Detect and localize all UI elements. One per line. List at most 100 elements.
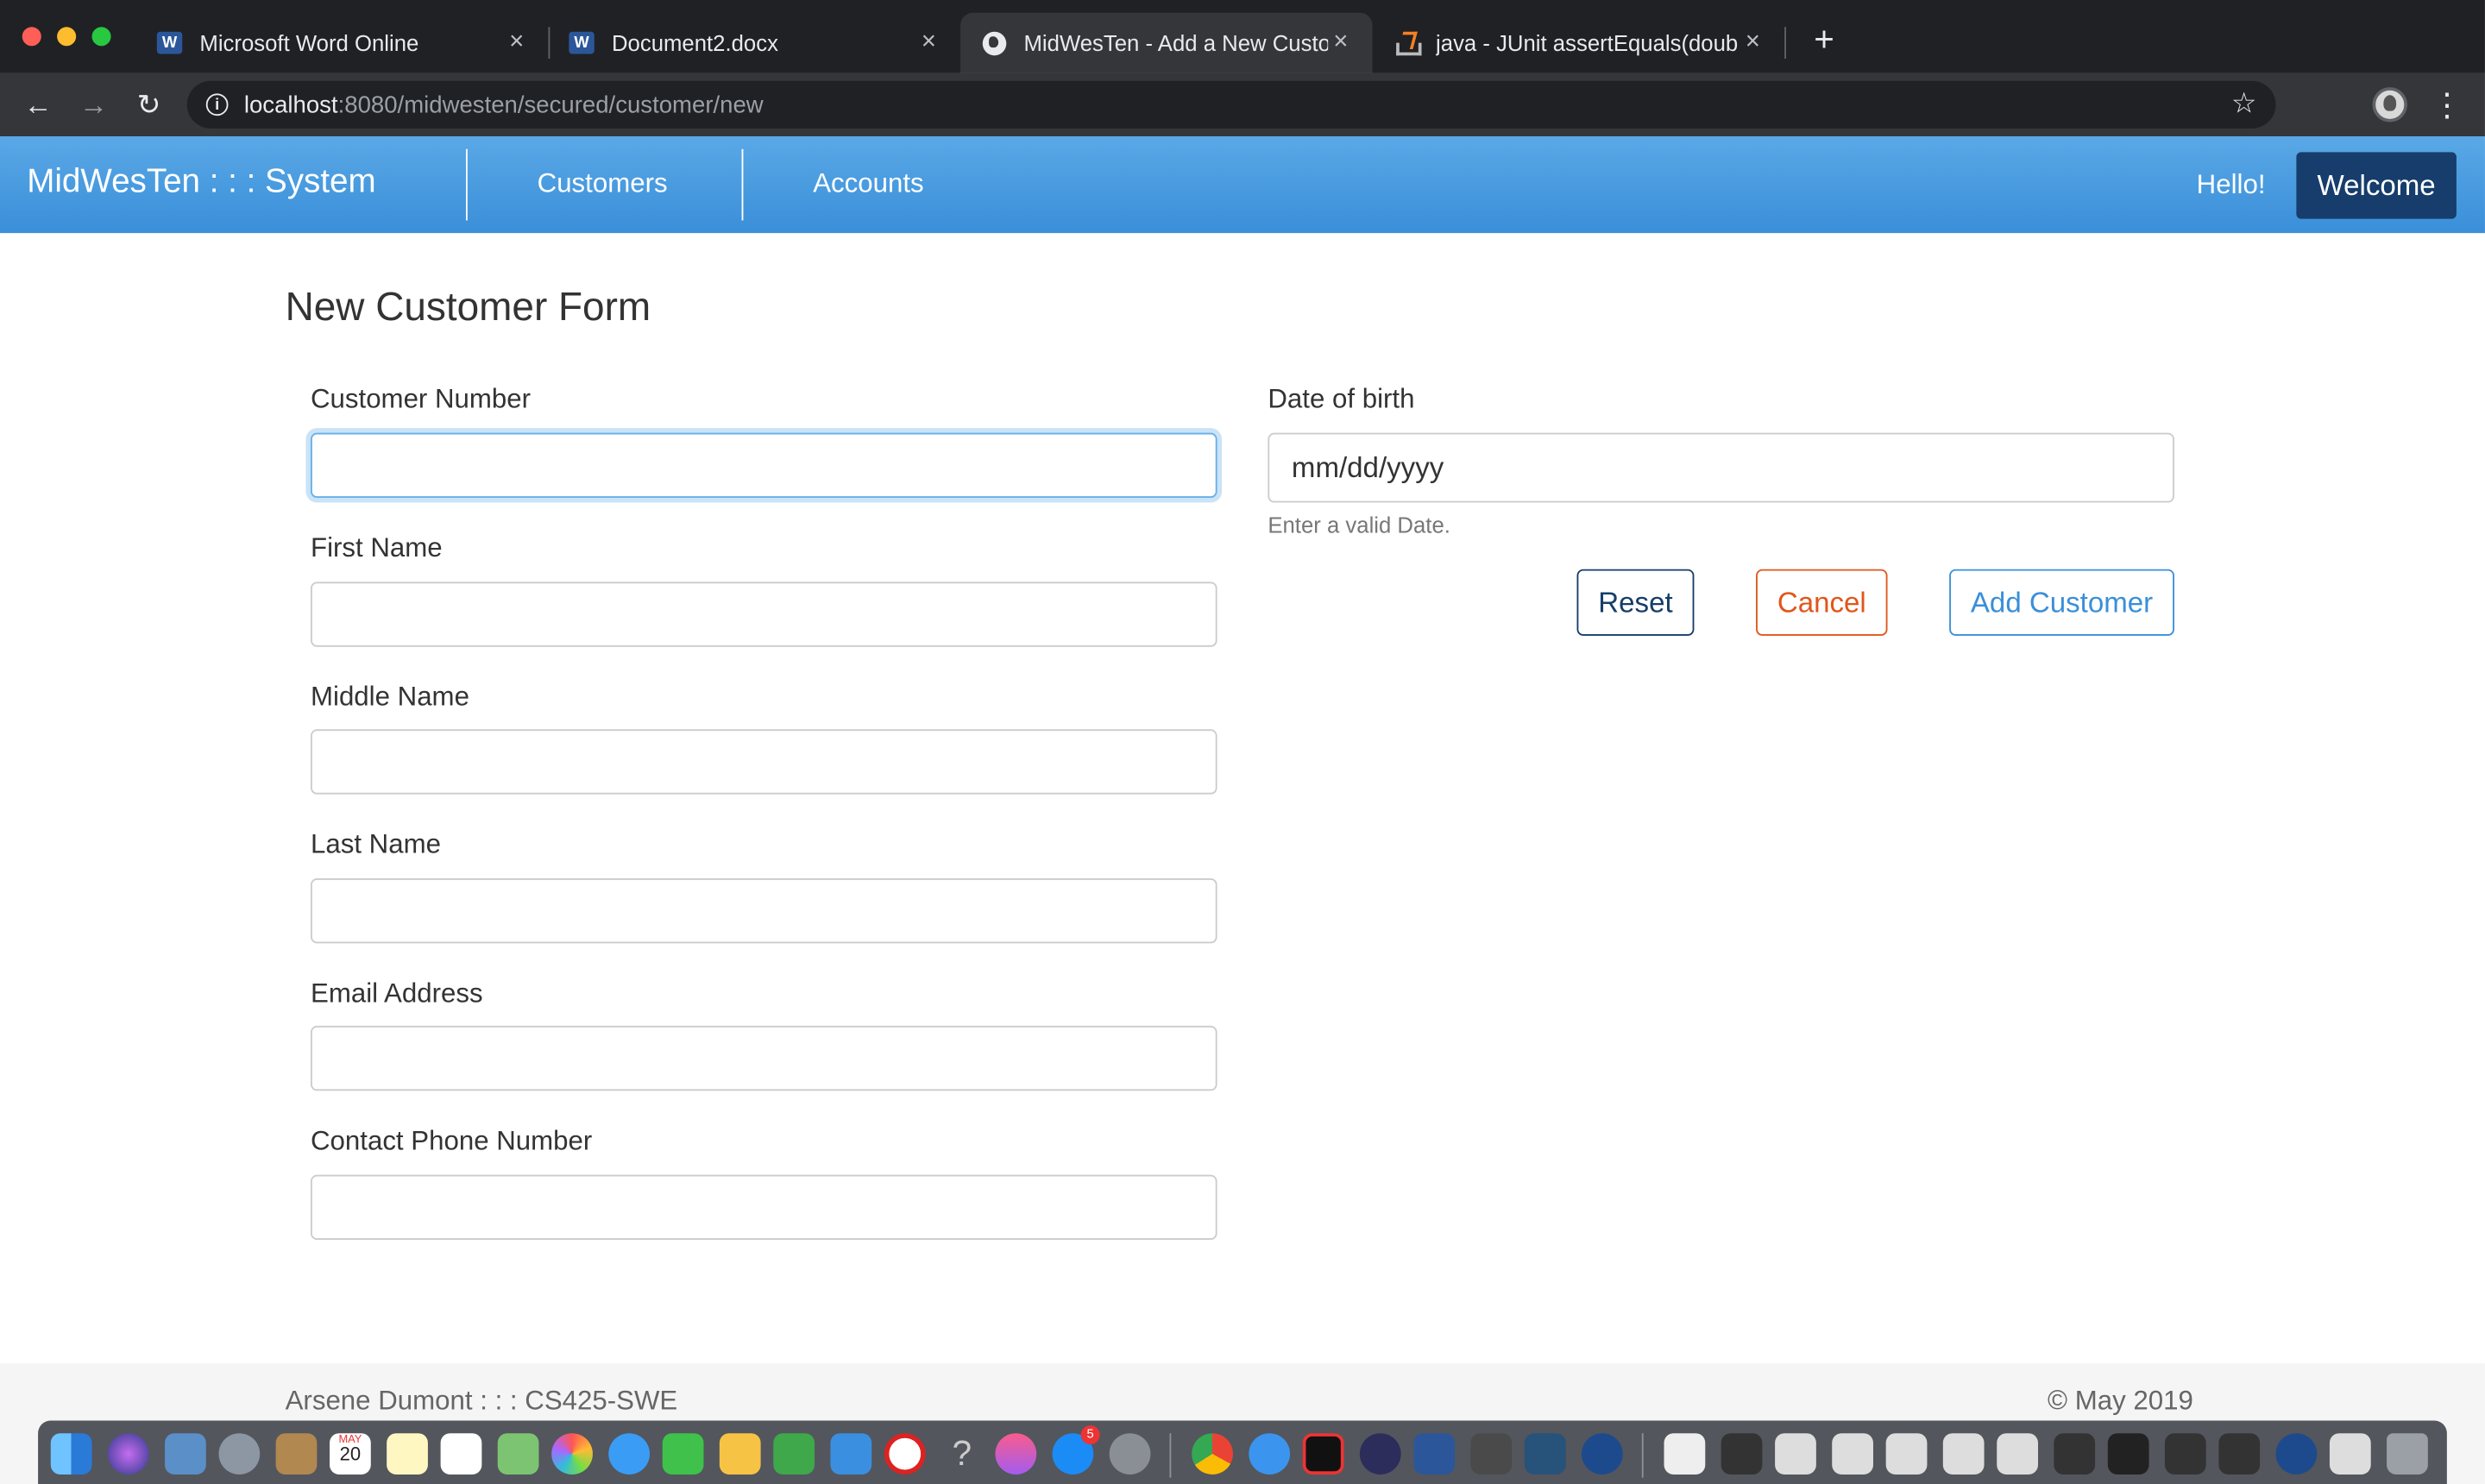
contacts-icon[interactable] (275, 1433, 318, 1475)
news-icon[interactable] (884, 1433, 926, 1475)
minimized-window-icon[interactable] (2329, 1433, 2371, 1475)
email-address-label: Email Address (310, 978, 483, 1009)
minimize-window-button[interactable] (57, 27, 77, 47)
app-navbar: MidWesTen : : : System Customers Account… (0, 136, 2485, 234)
maps-icon[interactable] (497, 1433, 539, 1475)
mysql-workbench-icon[interactable] (1524, 1433, 1566, 1475)
address-bar[interactable]: i localhost:8080/midwesten/secured/custo… (186, 80, 2276, 129)
middle-name-input[interactable] (310, 729, 1217, 795)
tab-divider (1784, 27, 1786, 59)
app-store-icon[interactable]: 5 (1052, 1425, 1100, 1475)
help-icon[interactable]: ? (941, 1433, 983, 1475)
facetime-icon[interactable] (662, 1433, 704, 1475)
customer-number-label: Customer Number (310, 383, 532, 414)
tab-label: java - JUnit assertEquals(doub (1436, 29, 1739, 56)
tab-word-online[interactable]: W Microsoft Word Online × (136, 13, 549, 73)
minimized-window-icon[interactable] (2164, 1433, 2206, 1475)
more-menu-icon[interactable]: ⋮ (2431, 85, 2463, 125)
email-address-input[interactable] (310, 1025, 1217, 1091)
minimized-window-icon[interactable] (1942, 1433, 1985, 1475)
nav-divider (741, 148, 744, 221)
forward-icon[interactable]: → (74, 85, 112, 123)
tab-strip: W Microsoft Word Online × W Document2.do… (0, 0, 2485, 73)
document-icon[interactable] (1664, 1433, 1706, 1475)
last-name-input[interactable] (310, 878, 1217, 944)
reload-icon[interactable]: ↻ (130, 85, 168, 123)
safari-icon[interactable] (1249, 1433, 1291, 1475)
tab-junit[interactable]: java - JUnit assertEquals(doub × (1373, 13, 1785, 73)
url-text[interactable]: localhost:8080/midwesten/secured/custome… (244, 91, 764, 118)
minimized-window-icon[interactable] (2275, 1433, 2318, 1475)
keynote-icon[interactable] (830, 1433, 872, 1475)
add-customer-button[interactable]: Add Customer (1949, 569, 2174, 636)
minimized-window-icon[interactable] (2218, 1433, 2261, 1475)
profile-avatar[interactable] (2372, 87, 2407, 123)
calendar-icon[interactable]: MAY 20 (330, 1433, 371, 1475)
browser-toolbar: ← → ↻ i localhost:8080/midwesten/secured… (0, 72, 2485, 137)
pages-icon[interactable] (719, 1433, 761, 1475)
numbers-icon[interactable] (773, 1433, 815, 1475)
music-icon[interactable] (995, 1433, 1037, 1475)
cancel-button[interactable]: Cancel (1756, 569, 1888, 636)
footer-copyright: © May 2019 (2048, 1386, 2193, 1416)
url-host: localhost (243, 91, 338, 118)
globe-icon (979, 30, 1008, 55)
word-icon: W (568, 30, 596, 55)
reset-button[interactable]: Reset (1576, 569, 1695, 636)
notes-icon[interactable] (387, 1433, 428, 1475)
close-icon[interactable]: × (1740, 28, 1765, 57)
notification-badge: 5 (1080, 1425, 1100, 1445)
photos-icon[interactable] (551, 1433, 593, 1475)
sublime-text-icon[interactable] (1470, 1433, 1513, 1475)
minimized-window-icon[interactable] (2107, 1433, 2149, 1475)
minimized-window-icon[interactable] (1885, 1433, 1928, 1475)
dob-input[interactable]: mm/dd/yyyy (1268, 432, 2174, 503)
minimized-window-icon[interactable] (1721, 1433, 1763, 1475)
nav-customers[interactable]: Customers (538, 168, 668, 200)
welcome-button[interactable]: Welcome (2296, 152, 2457, 219)
dob-help-text: Enter a valid Date. (1268, 512, 1450, 538)
back-icon[interactable]: ← (19, 85, 57, 123)
reminders-icon[interactable] (440, 1433, 482, 1475)
new-tab-button[interactable]: + (1807, 19, 1841, 60)
system-preferences-icon[interactable] (1109, 1433, 1151, 1475)
eclipse-icon[interactable] (1359, 1433, 1401, 1475)
stackoverflow-icon (1392, 30, 1422, 56)
dob-label: Date of birth (1268, 383, 1415, 414)
messages-icon[interactable] (608, 1433, 651, 1475)
chrome-icon[interactable] (1192, 1433, 1233, 1475)
tab-label: Document2.docx (611, 29, 778, 56)
last-name-label: Last Name (310, 829, 441, 859)
info-icon[interactable]: i (205, 93, 229, 116)
siri-icon[interactable] (107, 1433, 149, 1475)
first-name-input[interactable] (310, 582, 1217, 647)
anaconda-icon[interactable] (1582, 1433, 1623, 1475)
intellij-icon[interactable] (1302, 1433, 1344, 1475)
middle-name-label: Middle Name (310, 682, 469, 713)
minimized-window-icon[interactable] (1832, 1433, 1873, 1475)
tab-midwesten[interactable]: MidWesTen - Add a New Custo × (960, 12, 1373, 73)
finder-icon[interactable] (50, 1433, 92, 1475)
close-icon[interactable]: × (1328, 28, 1353, 57)
tab-label: MidWesTen - Add a New Custo (1023, 29, 1329, 56)
close-icon[interactable]: × (916, 28, 941, 57)
phone-number-label: Contact Phone Number (310, 1125, 593, 1156)
minimized-window-icon[interactable] (1775, 1433, 1816, 1475)
bookmark-star-icon[interactable]: ☆ (2231, 87, 2257, 121)
close-icon[interactable]: × (504, 28, 529, 57)
minimized-window-icon[interactable] (1997, 1433, 2038, 1475)
brand-logo[interactable]: MidWesTen : : : System (27, 163, 375, 201)
customer-number-input[interactable] (310, 432, 1217, 499)
macos-dock: MAY 20 ? 5 (38, 1420, 2447, 1484)
word-icon[interactable] (1413, 1433, 1456, 1475)
page-title: New Customer Form (285, 285, 651, 330)
maximize-window-button[interactable] (91, 27, 111, 47)
minimized-window-icon[interactable] (2054, 1433, 2096, 1475)
phone-number-input[interactable] (310, 1174, 1217, 1241)
nav-accounts[interactable]: Accounts (813, 168, 923, 200)
close-window-button[interactable] (22, 27, 41, 47)
launchpad-icon[interactable] (218, 1433, 261, 1475)
tab-document2[interactable]: W Document2.docx × (548, 13, 960, 73)
preview-icon[interactable] (165, 1433, 206, 1475)
trash-icon[interactable] (2387, 1433, 2428, 1475)
